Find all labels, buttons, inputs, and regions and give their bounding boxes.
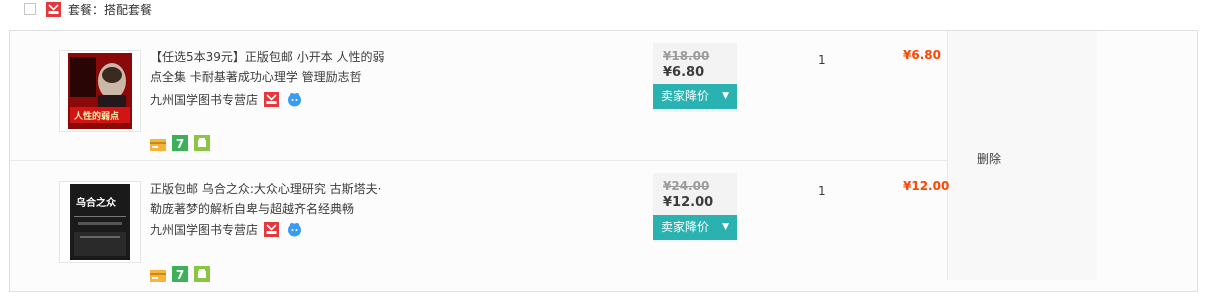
seller-discount-label: 卖家降价 (661, 89, 710, 103)
chevron-down-icon: ▼ (722, 91, 729, 101)
quantity[interactable]: 1 (818, 184, 826, 198)
bundle-actions-panel (948, 31, 1097, 280)
chat-icon[interactable] (287, 92, 302, 107)
seller-discount-button[interactable]: 卖家降价 ▼ (653, 84, 737, 109)
chat-icon[interactable] (287, 222, 302, 237)
tmall-badge-icon (46, 2, 61, 17)
shop-name[interactable]: 九州国学图书专营店 (150, 92, 258, 108)
credit-card-icon (150, 270, 166, 282)
item-subtotal: ¥12.00 (903, 179, 950, 193)
seven-day-return-icon: 7 (172, 135, 188, 151)
package-label: 套餐：搭配套餐 (68, 3, 153, 17)
cover-text: 乌合之众 (76, 198, 116, 209)
current-price: ¥6.80 (663, 65, 705, 80)
divider (10, 160, 947, 161)
original-price: ¥18.00 (663, 49, 710, 63)
chevron-down-icon: ▼ (722, 222, 729, 232)
cover-text: 人性的弱点 (74, 112, 120, 122)
divider (947, 31, 948, 280)
package-checkbox[interactable] (24, 3, 36, 15)
seven-day-return-icon: 7 (172, 266, 188, 282)
product-image[interactable]: 人性的弱点 (59, 50, 141, 132)
product-title[interactable]: 【任选5本39元】正版包邮 小开本 人性的弱点全集 卡耐基著成功心理学 管理励志… (150, 47, 390, 87)
current-price: ¥12.00 (663, 195, 714, 210)
original-price: ¥24.00 (663, 179, 710, 193)
seller-discount-button[interactable]: 卖家降价 ▼ (653, 215, 737, 240)
quantity[interactable]: 1 (818, 53, 826, 67)
delete-button[interactable]: 删除 (977, 150, 1001, 167)
tmall-badge-icon (264, 92, 279, 107)
credit-card-icon (150, 139, 166, 151)
seller-discount-label: 卖家降价 (661, 220, 710, 234)
tmall-badge-icon (264, 222, 279, 237)
svg-text:7: 7 (176, 137, 184, 151)
product-image[interactable]: 乌合之众 (59, 181, 141, 263)
item-subtotal: ¥6.80 (903, 48, 941, 62)
android-icon (194, 266, 210, 282)
product-title[interactable]: 正版包邮 乌合之众:大众心理研究 古斯塔夫·勒庞著梦的解析自卑与超越齐名经典畅 (150, 179, 390, 219)
android-icon (194, 135, 210, 151)
shop-name[interactable]: 九州国学图书专营店 (150, 222, 258, 238)
svg-text:7: 7 (176, 268, 184, 282)
